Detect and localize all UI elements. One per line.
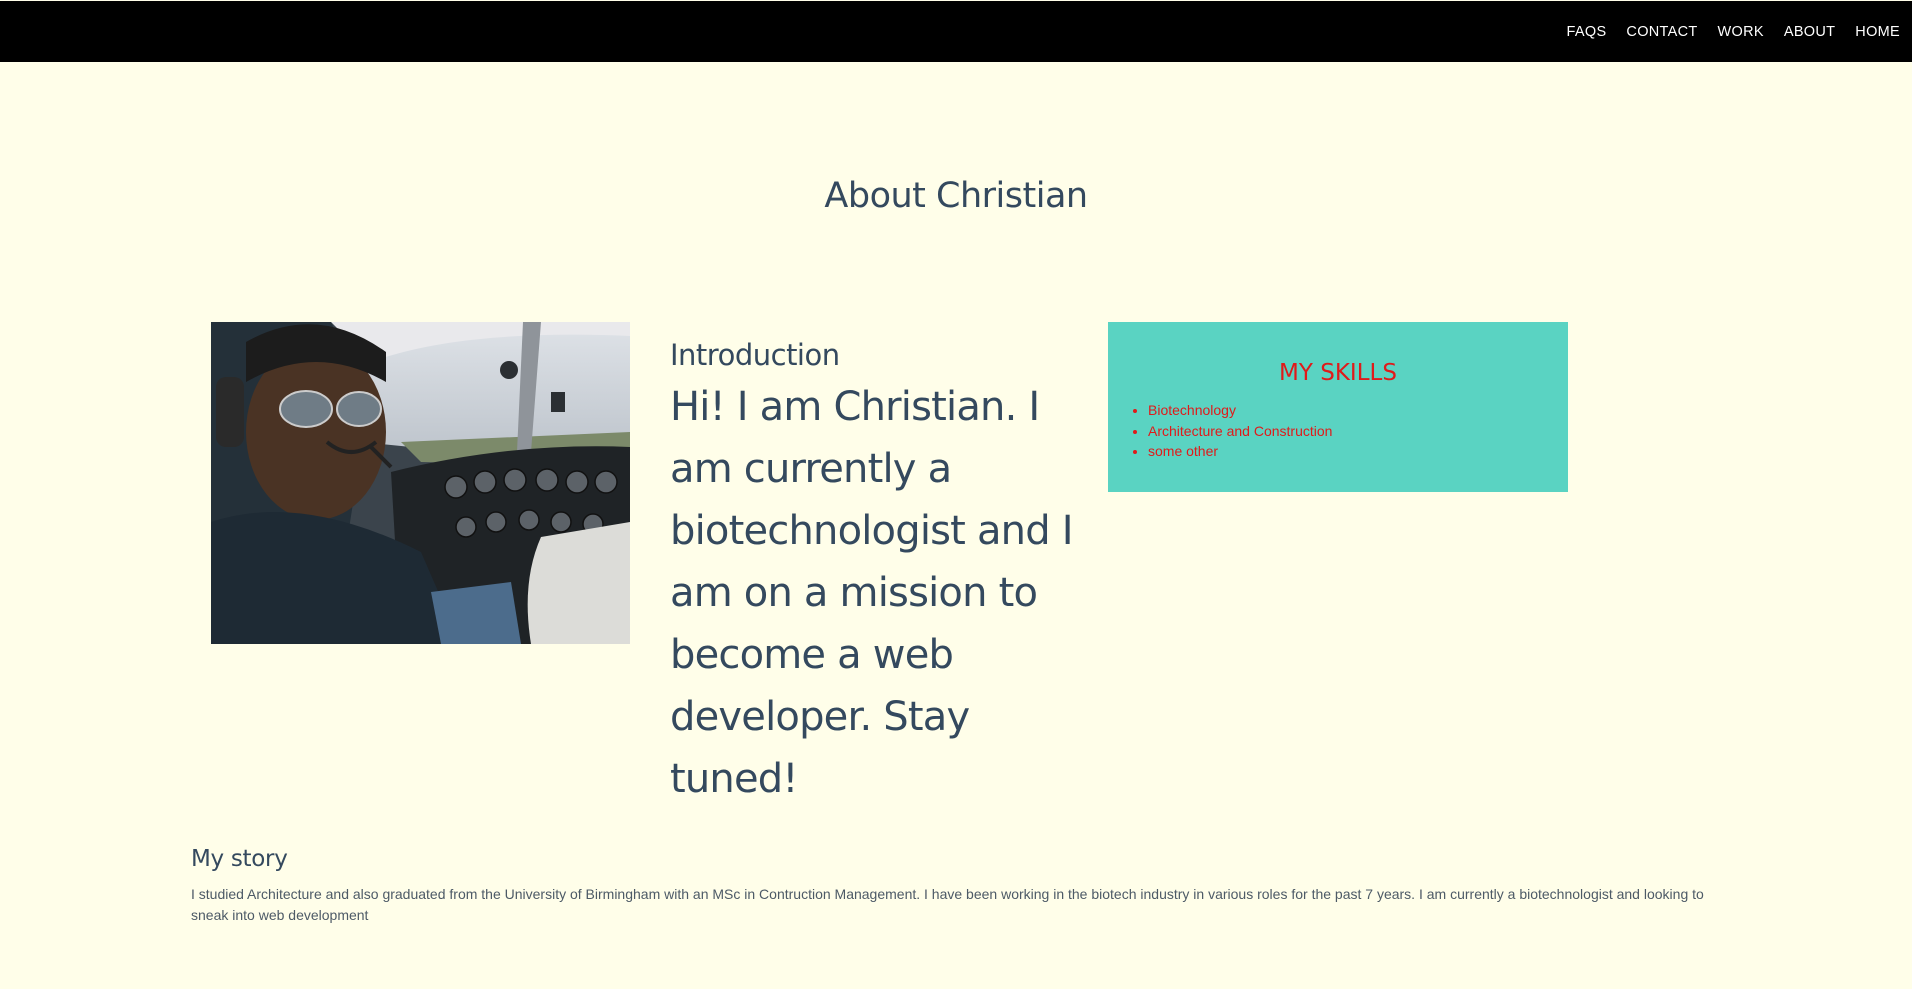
introduction-heading: Introduction [670,338,840,372]
nav-item-about: ABOUT [1784,23,1835,41]
skills-list-item: some other [1148,441,1568,462]
introduction-text: Hi! I am Christian. I am currently a bio… [670,384,1074,802]
cockpit-photo-illustration [211,322,630,644]
skills-list-item: Architecture and Construction [1148,421,1568,442]
nav-menu: HOME ABOUT WORK CONTACT FAQS [1547,1,1900,62]
top-navbar: HOME ABOUT WORK CONTACT FAQS [0,1,1912,62]
skills-card: MY SKILLS Biotechnology Architecture and… [1108,322,1568,492]
nav-item-home: HOME [1855,23,1900,41]
nav-item-work: WORK [1718,23,1764,41]
nav-item-faqs: FAQS [1567,23,1607,41]
skills-title: MY SKILLS [1279,360,1397,386]
skills-list-item: Biotechnology [1148,400,1568,421]
nav-link-contact[interactable]: CONTACT [1626,24,1697,40]
story-heading: My story [191,846,288,872]
nav-link-work[interactable]: WORK [1718,24,1764,40]
introduction-section: Introduction Hi! I am Christian. I am cu… [670,338,1090,810]
nav-link-faqs[interactable]: FAQS [1567,24,1607,40]
nav-link-about[interactable]: ABOUT [1784,24,1835,40]
page-title: About Christian [824,176,1088,216]
skills-list: Biotechnology Architecture and Construct… [1108,400,1568,462]
nav-link-home[interactable]: HOME [1855,24,1900,40]
profile-photo [211,322,630,644]
nav-item-contact: CONTACT [1626,23,1697,41]
story-text: I studied Architecture and also graduate… [191,886,1704,923]
